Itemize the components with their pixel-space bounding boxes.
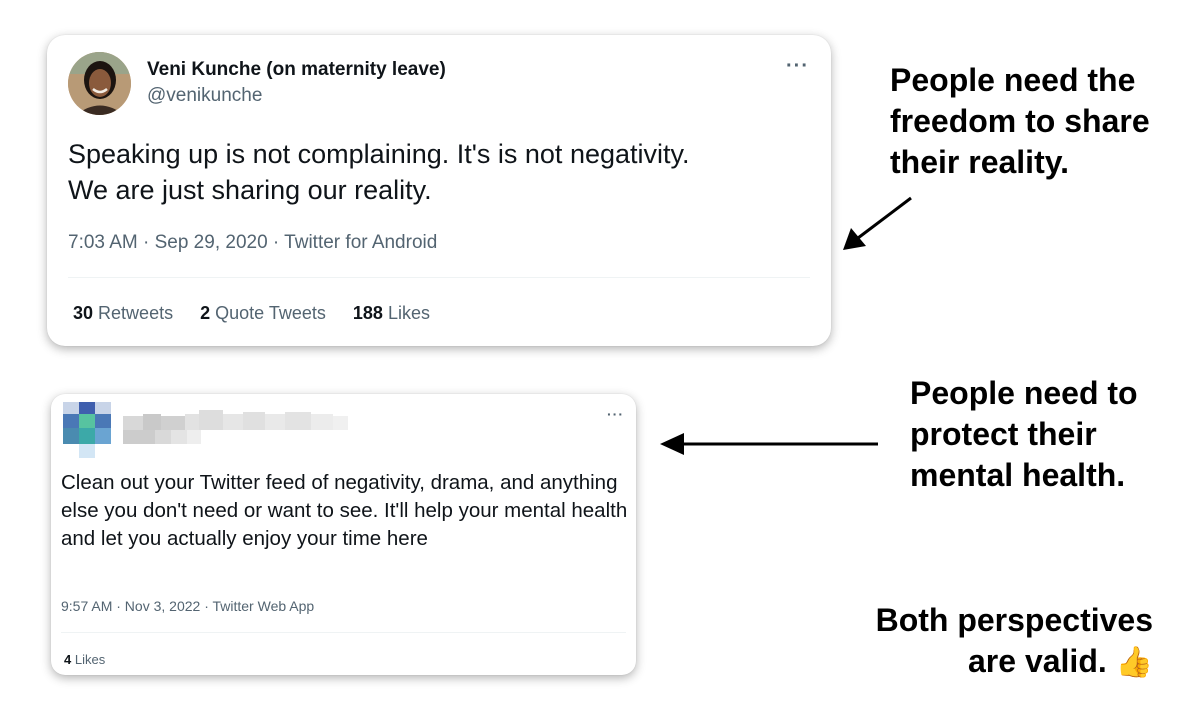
tweet-stats: 4 Likes (64, 652, 127, 667)
slide-canvas: Veni Kunche (on maternity leave) @veniku… (0, 0, 1200, 728)
arrow-down-left-icon (843, 196, 912, 250)
annotation-mental-health: People need to protect their mental heal… (910, 373, 1190, 496)
author-avatar[interactable] (68, 52, 131, 115)
likes-count: 188 (352, 303, 383, 323)
arrow-left-icon (660, 433, 878, 455)
avatar-photo-icon (68, 52, 131, 115)
divider (68, 277, 810, 278)
tweet-timestamp[interactable]: 9:57 AM · Nov 3, 2022 · Twitter Web App (61, 598, 314, 614)
likes-label: Likes (74, 652, 106, 667)
tweet-card-anonymous[interactable]: ··· Clean out your Twitter feed of negat… (51, 394, 636, 675)
tweet-text: Clean out your Twitter feed of negativit… (61, 471, 628, 550)
tweet-text-line-1: Speaking up is not complaining. It's is … (68, 139, 690, 169)
annotation-both-valid: Both perspectives are valid. 👍 (820, 600, 1153, 683)
more-options-icon[interactable]: ··· (607, 406, 624, 422)
author-handle[interactable]: @venikunche (147, 85, 262, 107)
annotation-line: mental health. (910, 457, 1126, 493)
annotation-freedom: People need the freedom to share their r… (890, 60, 1190, 183)
author-avatar-blurred[interactable] (63, 402, 111, 458)
avatar-blurred-icon (63, 402, 111, 458)
likes-stat[interactable]: 4 Likes (64, 652, 105, 667)
annotation-line: Both perspectives (875, 602, 1153, 638)
quote-tweets-stat[interactable]: 2 Quote Tweets (200, 303, 326, 324)
annotation-line: protect their (910, 416, 1097, 452)
annotation-line: People need the (890, 62, 1136, 98)
annotation-line: People need to (910, 375, 1138, 411)
annotation-line: their reality. (890, 144, 1070, 180)
author-name-blurred (123, 404, 348, 446)
divider (61, 632, 626, 633)
retweets-count: 30 (73, 303, 94, 323)
author-name[interactable]: Veni Kunche (on maternity leave) (147, 59, 446, 81)
blurred-name-icon (123, 410, 348, 444)
tweet-card-veni[interactable]: Veni Kunche (on maternity leave) @veniku… (47, 35, 831, 346)
annotation-line: are valid. 👍 (820, 641, 1153, 683)
retweets-label: Retweets (98, 303, 174, 323)
retweets-stat[interactable]: 30 Retweets (73, 303, 173, 324)
quotes-label: Quote Tweets (215, 303, 326, 323)
thumbs-up-icon: 👍 (1115, 646, 1153, 679)
more-options-icon[interactable]: ··· (786, 55, 809, 78)
annotation-line: freedom to share (890, 103, 1150, 139)
tweet-timestamp[interactable]: 7:03 AM · Sep 29, 2020 · Twitter for And… (68, 232, 437, 254)
likes-stat[interactable]: 188 Likes (353, 303, 430, 324)
tweet-text-line-2: We are just sharing our reality. (68, 175, 432, 205)
annotation-text: are valid. (968, 643, 1107, 679)
quotes-count: 2 (200, 303, 211, 323)
tweet-text: Speaking up is not complaining. It's is … (68, 136, 808, 208)
tweet-stats: 30 Retweets 2 Quote Tweets 188 Likes (73, 303, 452, 324)
likes-label: Likes (387, 303, 430, 323)
likes-count: 4 (64, 652, 72, 667)
